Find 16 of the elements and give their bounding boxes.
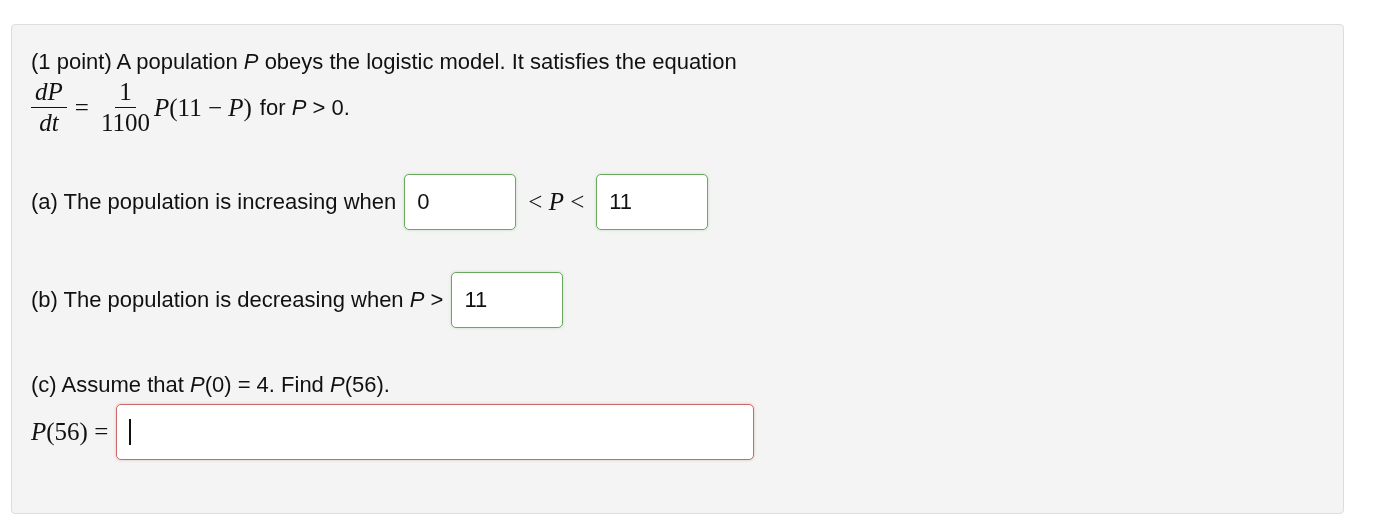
answer-label: P(56) = [31,418,109,446]
part-c-text: (c) Assume that P(0) = 4. Find P(56). [31,372,390,398]
answer-field[interactable]: 11 [596,174,709,230]
equation-factor: P(11 − P) [153,93,252,122]
question-text: (1 point) A population P obeys the logistic model. It satisfies the equation [31,49,737,74]
equals-sign: = [74,93,89,122]
part-a-text: (a) The population is increasing when [31,189,397,215]
derivative-fraction: dP dt [31,77,67,138]
inequality-text: < P < [528,188,585,216]
answer-field[interactable]: 0 [404,174,517,230]
part-b-text: (b) The population is decreasing when P > [31,287,444,313]
equation-condition: for P > 0. [259,94,350,121]
text-cursor [129,419,131,445]
answer-field[interactable]: 11 [451,272,564,328]
coefficient-fraction: 1 1100 [99,77,151,138]
answer-field[interactable] [116,404,755,460]
